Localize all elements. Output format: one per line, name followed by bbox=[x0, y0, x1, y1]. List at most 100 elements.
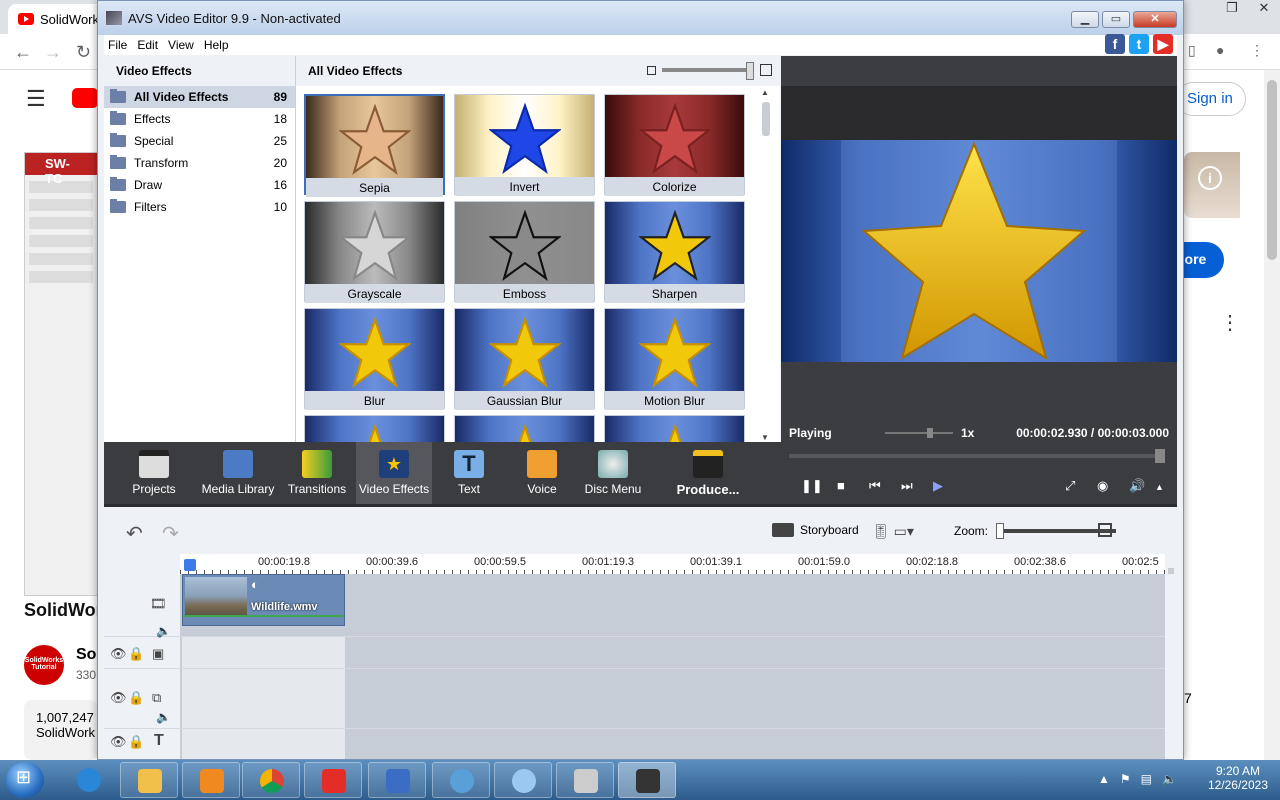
effect-tile[interactable] bbox=[304, 415, 445, 442]
effect-tile[interactable]: Blur bbox=[304, 308, 445, 410]
effects-scrollbar[interactable]: ▲ ▼ bbox=[760, 88, 772, 442]
reload-icon[interactable]: ↻ bbox=[76, 42, 91, 63]
seek-bar[interactable] bbox=[789, 449, 1165, 463]
youtube-icon[interactable]: ▶ bbox=[1153, 34, 1173, 54]
text-button[interactable]: T Text bbox=[444, 442, 494, 504]
channel-avatar[interactable]: SolidWorks Tutorial bbox=[24, 645, 64, 685]
youtube-logo-icon[interactable] bbox=[72, 88, 98, 108]
menu-help[interactable]: Help bbox=[200, 38, 233, 52]
category-item[interactable]: Special 25 bbox=[104, 130, 295, 152]
video-clip[interactable]: ◐ Wildlife.wmv bbox=[182, 574, 345, 626]
taskbar-youtube[interactable] bbox=[304, 762, 362, 798]
volume-arrow-icon[interactable]: ▲ bbox=[1155, 482, 1164, 492]
facebook-icon[interactable]: f bbox=[1105, 34, 1125, 54]
back-arrow-icon[interactable]: ← bbox=[14, 42, 32, 63]
browser-close-icon[interactable]: ✕ bbox=[1248, 0, 1280, 18]
forward-arrow-icon[interactable]: → bbox=[44, 42, 62, 63]
menu-file[interactable]: File bbox=[104, 38, 131, 52]
disc-menu-button[interactable]: Disc Menu bbox=[582, 442, 644, 504]
lock-icon[interactable]: 🔒 bbox=[128, 734, 144, 750]
channel-name[interactable]: So bbox=[76, 646, 96, 664]
effect-tile[interactable] bbox=[604, 415, 745, 442]
video-title[interactable]: SolidWor bbox=[24, 600, 103, 621]
video-description[interactable]: 1,007,247 SolidWork bbox=[24, 700, 98, 760]
maximize-button[interactable]: ▭ bbox=[1102, 11, 1130, 28]
menu-edit[interactable]: Edit bbox=[133, 38, 162, 52]
snapshot-icon[interactable]: ◉ bbox=[1097, 478, 1108, 494]
clock[interactable]: 9:20 AM 12/26/2023 bbox=[1208, 764, 1268, 792]
category-item[interactable]: Transform 20 bbox=[104, 152, 295, 174]
speed-slider[interactable] bbox=[885, 428, 953, 438]
voice-button[interactable]: Voice bbox=[518, 442, 566, 504]
storyboard-button[interactable]: Storyboard bbox=[772, 523, 859, 537]
effect-tile[interactable]: Colorize bbox=[604, 94, 745, 196]
sidepanel-icon[interactable]: ▯ bbox=[1188, 42, 1196, 59]
effect-tile[interactable]: Sepia bbox=[304, 94, 445, 197]
effect-tile[interactable]: Motion Blur bbox=[604, 308, 745, 410]
close-button[interactable]: ✕ bbox=[1133, 11, 1177, 28]
taskbar-app6[interactable] bbox=[432, 762, 490, 798]
media-library-button[interactable]: Media Library bbox=[200, 442, 276, 504]
taskbar-ie[interactable] bbox=[60, 762, 118, 798]
title-bar[interactable]: AVS Video Editor 9.9 - Non-activated ▁ ▭… bbox=[98, 1, 1183, 35]
fit-to-window-icon[interactable] bbox=[1098, 523, 1112, 537]
browser-scroll-thumb[interactable] bbox=[1267, 80, 1277, 260]
timeline-ruler[interactable]: 00:00:19.8 00:00:39.6 00:00:59.5 00:01:19.3… bbox=[180, 554, 1165, 574]
thumbnail-size-slider[interactable] bbox=[647, 62, 772, 80]
scroll-up-icon[interactable]: ▲ bbox=[761, 88, 769, 97]
transitions-button[interactable]: Transitions bbox=[286, 442, 348, 504]
visibility-icon[interactable]: 👁 bbox=[110, 734, 127, 750]
profile-icon[interactable]: ● bbox=[1216, 42, 1224, 58]
undo-icon[interactable]: ↶ bbox=[126, 521, 143, 546]
solidworks-thumbnail[interactable]: SW-TC bbox=[24, 152, 98, 596]
action-center-icon[interactable]: ⚑ bbox=[1120, 772, 1131, 786]
effect-tile[interactable]: Emboss bbox=[454, 201, 595, 303]
menu-view[interactable]: View bbox=[164, 38, 198, 52]
taskbar-explorer[interactable] bbox=[120, 762, 178, 798]
category-item[interactable]: Filters 10 bbox=[104, 196, 295, 218]
lock-icon[interactable]: 🔒 bbox=[128, 646, 144, 662]
small-size-icon[interactable] bbox=[647, 65, 656, 75]
effect-tile[interactable]: Invert bbox=[454, 94, 595, 196]
taskbar-chrome[interactable] bbox=[242, 762, 300, 798]
empty-track-region[interactable] bbox=[182, 636, 345, 759]
category-item[interactable]: All Video Effects 89 bbox=[104, 86, 295, 108]
minimize-button[interactable]: ▁ bbox=[1071, 11, 1099, 28]
stop-icon[interactable]: ■ bbox=[837, 478, 845, 493]
audio-mixer-icon[interactable]: 🎚 ▭▾ bbox=[872, 523, 914, 540]
mute-icon[interactable]: 🔈 bbox=[156, 624, 171, 638]
info-icon[interactable]: i bbox=[1198, 166, 1222, 190]
scroll-down-icon[interactable]: ▼ bbox=[761, 433, 769, 442]
taskbar-app8[interactable] bbox=[556, 762, 614, 798]
start-button[interactable] bbox=[6, 762, 44, 798]
playhead[interactable] bbox=[184, 559, 196, 571]
effect-tile[interactable]: Sharpen bbox=[604, 201, 745, 303]
taskbar-media[interactable] bbox=[182, 762, 240, 798]
visibility-icon[interactable]: 👁 bbox=[110, 690, 127, 706]
sign-in-button[interactable]: Sign in bbox=[1176, 82, 1246, 116]
mute-icon[interactable]: 🔈 bbox=[156, 710, 171, 724]
play-selection-icon[interactable]: ▶ bbox=[933, 478, 943, 494]
browser-scrollbar[interactable] bbox=[1264, 70, 1280, 760]
speaker-icon[interactable]: 🔈 bbox=[1162, 772, 1177, 786]
more-options-icon[interactable]: ⋮ bbox=[1220, 310, 1240, 335]
network-icon[interactable]: ▤ bbox=[1141, 772, 1152, 786]
previous-frame-icon[interactable]: ⏮ bbox=[869, 478, 881, 494]
browser-menu-icon[interactable]: ⋮ bbox=[1250, 42, 1264, 59]
taskbar-avs-editor[interactable] bbox=[618, 762, 676, 798]
volume-icon[interactable]: 🔊 bbox=[1129, 478, 1145, 494]
tray-expand-icon[interactable]: ▲ bbox=[1098, 772, 1110, 786]
large-size-icon[interactable] bbox=[760, 64, 772, 76]
effects-scroll-thumb[interactable] bbox=[762, 102, 770, 136]
produce-button[interactable]: Produce... bbox=[672, 442, 744, 504]
visibility-icon[interactable]: 👁 bbox=[110, 646, 127, 662]
category-item[interactable]: Draw 16 bbox=[104, 174, 295, 196]
effect-tile[interactable]: Gaussian Blur bbox=[454, 308, 595, 410]
video-effects-button[interactable]: ★ Video Effects bbox=[356, 442, 432, 504]
preview-video[interactable] bbox=[781, 86, 1177, 362]
next-frame-icon[interactable]: ⏭ bbox=[901, 478, 913, 494]
redo-icon[interactable]: ↷ bbox=[162, 521, 179, 546]
projects-button[interactable]: Projects bbox=[126, 442, 182, 504]
lock-icon[interactable]: 🔒 bbox=[128, 690, 144, 706]
effect-tile[interactable]: Grayscale bbox=[304, 201, 445, 303]
